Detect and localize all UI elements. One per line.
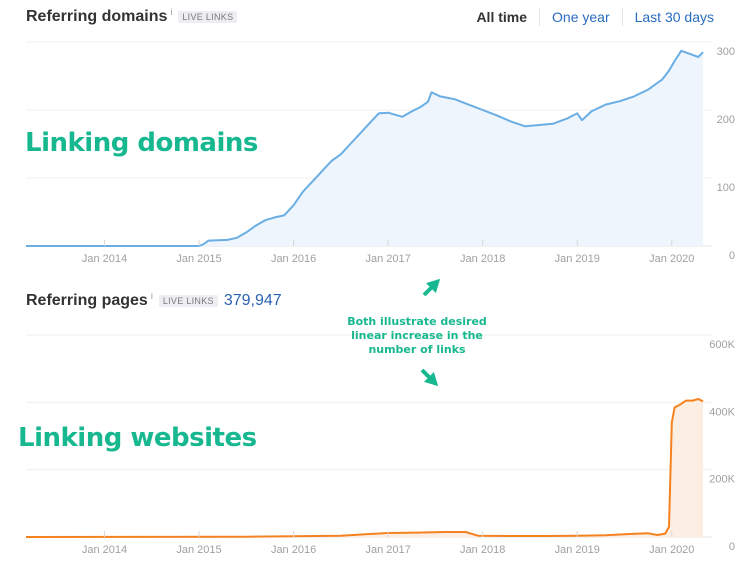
annotation-line: number of links: [368, 343, 466, 356]
x-tick-label: Jan 2018: [460, 253, 505, 265]
charts-canvas: 300 200 100 0 Jan 2014 Jan 2015 Jan 2016 Jan 20…: [25, 41, 736, 556]
x-tick-label: Jan 2014: [82, 253, 127, 265]
x-tick-label: Jan 2017: [366, 544, 411, 556]
x-tick-label: Jan 2020: [649, 253, 694, 265]
y-tick-label: 200: [717, 114, 735, 126]
annotation-line: linear increase in the: [351, 329, 483, 342]
y-tick-label: 300: [717, 46, 735, 58]
x-tick-label: Jan 2019: [555, 253, 600, 265]
y-tick-label: 0: [729, 541, 735, 553]
y-tick-label: 400K: [709, 406, 735, 418]
series-line: [25, 398, 704, 538]
x-tick-label: Jan 2018: [460, 544, 505, 556]
y-tick-label: 0: [729, 250, 735, 262]
x-tick-label: Jan 2020: [649, 544, 694, 556]
y-tick-label: 600K: [709, 339, 735, 351]
x-tick-label: Jan 2019: [555, 544, 600, 556]
annotation-middle-text: Both illustrate desired linear increase …: [337, 315, 497, 357]
y-tick-label: 100: [717, 182, 735, 194]
annotation-line: Both illustrate desired: [347, 315, 487, 328]
x-tick-label: Jan 2016: [271, 544, 316, 556]
x-tick-label: Jan 2015: [176, 253, 221, 265]
y-tick-label: 200K: [709, 474, 735, 486]
x-tick-label: Jan 2014: [82, 544, 127, 556]
x-tick-label: Jan 2016: [271, 253, 316, 265]
x-tick-label: Jan 2017: [366, 253, 411, 265]
series-area: [26, 399, 703, 537]
annotation-linking-websites: Linking websites: [18, 423, 257, 453]
annotation-linking-domains: Linking domains: [25, 128, 258, 158]
x-tick-label: Jan 2015: [176, 544, 221, 556]
